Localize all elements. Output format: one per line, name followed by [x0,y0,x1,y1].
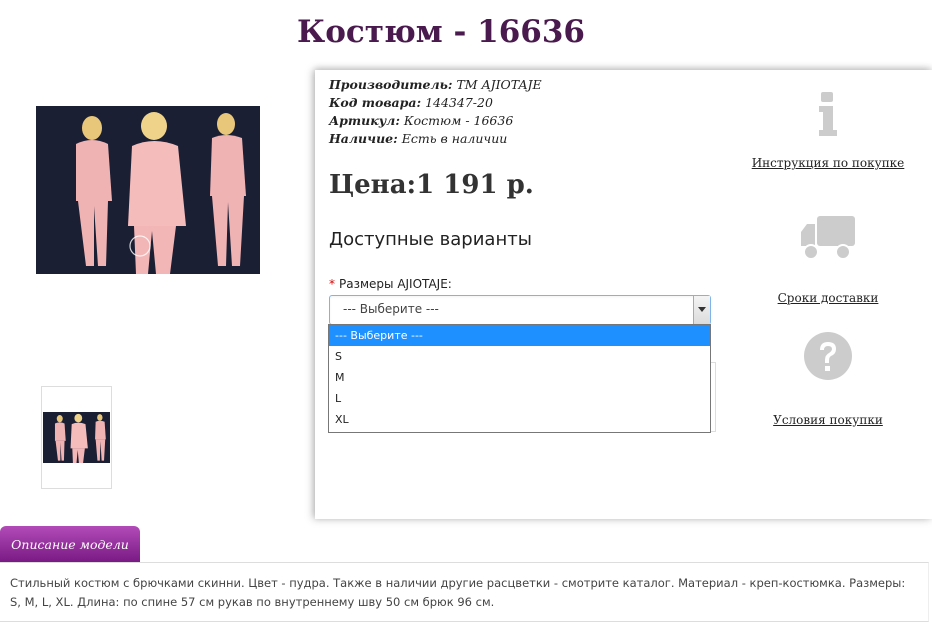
size-label-text: Размеры AJIOTAJE: [339,277,452,291]
description-panel: Стильный костюм с брючками скинни. Цвет … [0,562,929,622]
manufacturer-value: ТМ AJIOTAJE [456,77,542,92]
size-option-l[interactable]: L [329,388,710,409]
page-title: Костюм - 16636 [297,14,585,50]
required-mark: * [329,277,335,291]
size-dropdown-list[interactable]: --- Выберите --- S M L XL [328,324,711,433]
truck-icon [801,216,855,260]
availability-label: Наличие: [329,131,398,146]
price-value: 1 191 р. [416,170,534,200]
size-option-s[interactable]: S [329,346,710,367]
thumbnail-photo [43,412,110,463]
question-icon [804,332,852,380]
sidebar-item-terms[interactable]: Условия покупки [745,331,911,428]
description-text: Стильный костюм с брючками скинни. Цвет … [10,576,906,609]
sidebar-item-delivery[interactable]: Сроки доставки [745,214,911,306]
availability-value: Есть в наличии [401,131,508,146]
size-label: * Размеры AJIOTAJE: [329,277,452,291]
delivery-link[interactable]: Сроки доставки [778,291,879,305]
size-option-placeholder[interactable]: --- Выберите --- [329,325,710,346]
product-thumbnail[interactable] [41,386,112,489]
availability-row: Наличие: Есть в наличии [329,130,542,148]
tab-description[interactable]: Описание модели [0,526,140,562]
manufacturer-label: Производитель: [329,77,453,92]
code-row: Код товара: 144347-20 [329,94,542,112]
price: Цена:1 191 р. [329,170,534,200]
product-main-image[interactable] [36,106,260,274]
article-row: Артикул: Костюм - 16636 [329,112,542,130]
size-select[interactable]: --- Выберите --- [329,295,711,325]
product-info-panel: Производитель: ТМ AJIOTAJE Код товара: 1… [315,70,932,519]
code-value: 144347-20 [425,95,493,110]
sidebar-item-instructions[interactable]: Инструкция по покупке [745,90,911,171]
article-label: Артикул: [329,113,400,128]
terms-link[interactable]: Условия покупки [773,413,883,427]
size-select-value: --- Выберите --- [343,302,439,316]
product-meta: Производитель: ТМ AJIOTAJE Код товара: 1… [329,76,542,148]
chevron-down-icon[interactable] [693,296,710,324]
article-value: Костюм - 16636 [403,113,514,128]
manufacturer-row: Производитель: ТМ AJIOTAJE [329,76,542,94]
instructions-link[interactable]: Инструкция по покупке [752,156,905,170]
price-label: Цена: [329,170,417,200]
product-photo [36,106,260,274]
code-label: Код товара: [329,95,422,110]
variants-title: Доступные варианты [329,229,532,250]
size-option-m[interactable]: M [329,367,710,388]
info-icon [819,92,837,136]
size-option-xl[interactable]: XL [329,409,710,430]
